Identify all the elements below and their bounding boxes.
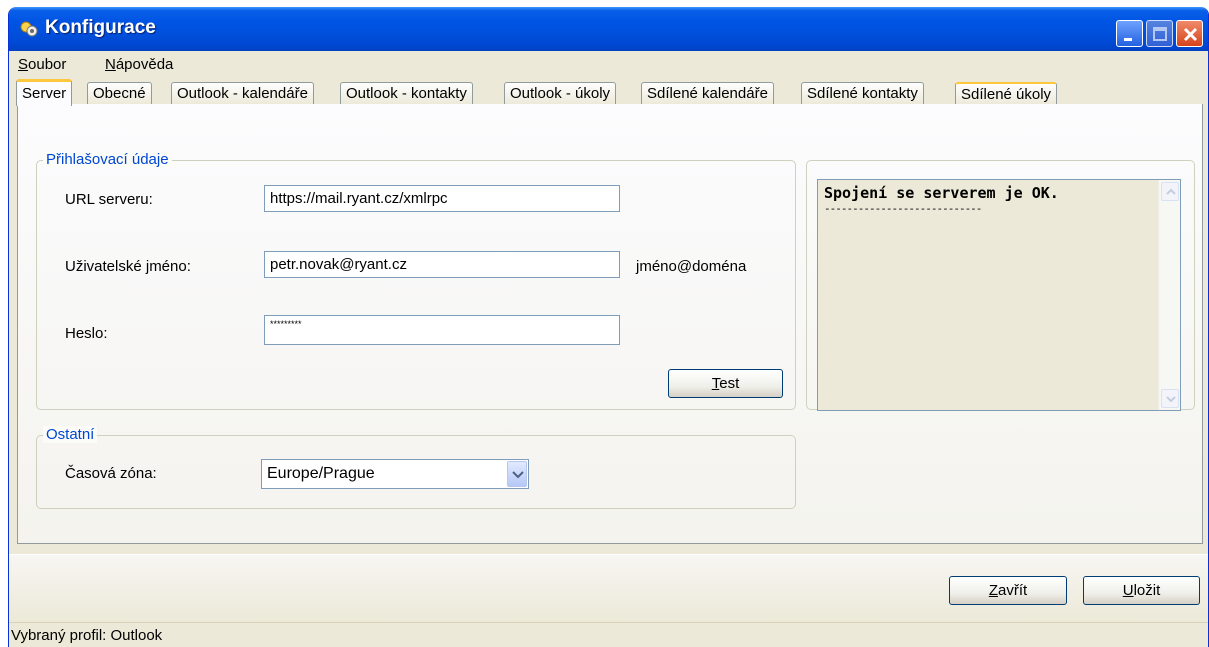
- scroll-up-button[interactable]: [1161, 182, 1179, 201]
- close-window-button[interactable]: [1176, 20, 1203, 47]
- tab-outlook-kontakty[interactable]: Outlook - kontakty: [340, 82, 473, 105]
- tab-outlook-kalendare[interactable]: Outlook - kalendáře: [171, 82, 314, 105]
- status-bar: Vybraný profil: Outlook: [9, 622, 1208, 647]
- button-label: ložit: [1133, 582, 1161, 599]
- log-separator: ----------------------------: [824, 202, 982, 215]
- button-accel: U: [1122, 582, 1134, 599]
- log-output[interactable]: Spojení se serverem je OK. -------------…: [817, 179, 1181, 411]
- chevron-down-icon: [512, 471, 524, 479]
- minimize-icon: [1124, 38, 1132, 41]
- tab-label: Outlook - kalendáře: [177, 85, 308, 102]
- username-input[interactable]: petr.novak@ryant.cz: [264, 251, 620, 278]
- menu-accel: S: [18, 56, 29, 73]
- close-icon: [1183, 27, 1198, 42]
- maximize-button[interactable]: [1146, 20, 1173, 47]
- password-input[interactable]: *********: [264, 315, 620, 345]
- log-scrollbar[interactable]: [1158, 180, 1180, 410]
- status-text: Vybraný profil: Outlook: [11, 627, 163, 644]
- tab-label: Sdílené kalendáře: [647, 85, 768, 102]
- title-bar[interactable]: Konfigurace: [9, 7, 1208, 51]
- chevron-down-icon: [1166, 396, 1176, 403]
- save-button[interactable]: Uložit: [1083, 576, 1200, 605]
- chevron-up-icon: [1166, 188, 1176, 195]
- tab-label: Sdílené úkoly: [961, 86, 1052, 103]
- button-label: est: [719, 375, 740, 392]
- menu-label: oubor: [28, 56, 67, 73]
- log-message: Spojení se serverem je OK.: [824, 184, 1059, 202]
- other-group-legend: Ostatní: [43, 426, 98, 443]
- window-title: Konfigurace: [45, 17, 156, 38]
- timezone-label: Časová zóna:: [65, 465, 157, 482]
- button-label: avřít: [997, 582, 1028, 599]
- tab-sdilene-ukoly[interactable]: Sdílené úkoly: [955, 82, 1058, 105]
- menu-napoveda[interactable]: Nápověda: [105, 56, 173, 73]
- tab-sdilene-kontakty[interactable]: Sdílené kontakty: [801, 82, 924, 105]
- username-label: Uživatelské jméno:: [65, 258, 191, 275]
- url-input[interactable]: https://mail.ryant.cz/xmlrpc: [264, 185, 620, 212]
- tab-server[interactable]: Server: [16, 79, 73, 106]
- tab-label: Server: [22, 85, 67, 102]
- menu-bar: Soubor Nápověda: [9, 51, 1208, 79]
- timezone-value: Europe/Prague: [267, 465, 375, 482]
- tab-obecne[interactable]: Obecné: [87, 82, 152, 105]
- scroll-down-button[interactable]: [1161, 389, 1179, 408]
- close-button[interactable]: Zavřít: [949, 576, 1067, 605]
- button-bar: Zavřít Uložit: [9, 554, 1208, 622]
- menu-accel: N: [105, 56, 116, 73]
- configuration-window: Konfigurace Soubor Nápověda Server Obecn…: [8, 7, 1209, 647]
- menu-label: ápověda: [115, 56, 174, 73]
- menu-soubor[interactable]: Soubor: [18, 56, 66, 73]
- login-group-legend: Přihlašovací údaje: [43, 151, 172, 168]
- tab-label: Outlook - kontakty: [346, 85, 467, 102]
- tab-label: Sdílené kontakty: [807, 85, 918, 102]
- tab-outlook-ukoly[interactable]: Outlook - úkoly: [504, 82, 617, 105]
- username-hint: jméno@doména: [636, 258, 747, 275]
- maximize-icon: [1153, 27, 1167, 41]
- timezone-select[interactable]: Europe/Prague: [261, 459, 529, 489]
- timezone-dropdown-button[interactable]: [507, 461, 527, 487]
- minimize-button[interactable]: [1116, 20, 1143, 47]
- test-button[interactable]: Test: [668, 369, 783, 398]
- app-icon: [20, 21, 38, 37]
- button-accel: Z: [988, 582, 998, 599]
- tab-label: Outlook - úkoly: [510, 85, 611, 102]
- tab-sdilene-kalendare[interactable]: Sdílené kalendáře: [641, 82, 774, 105]
- tab-label: Obecné: [93, 85, 146, 102]
- password-label: Heslo:: [65, 325, 108, 342]
- url-label: URL serveru:: [65, 191, 153, 208]
